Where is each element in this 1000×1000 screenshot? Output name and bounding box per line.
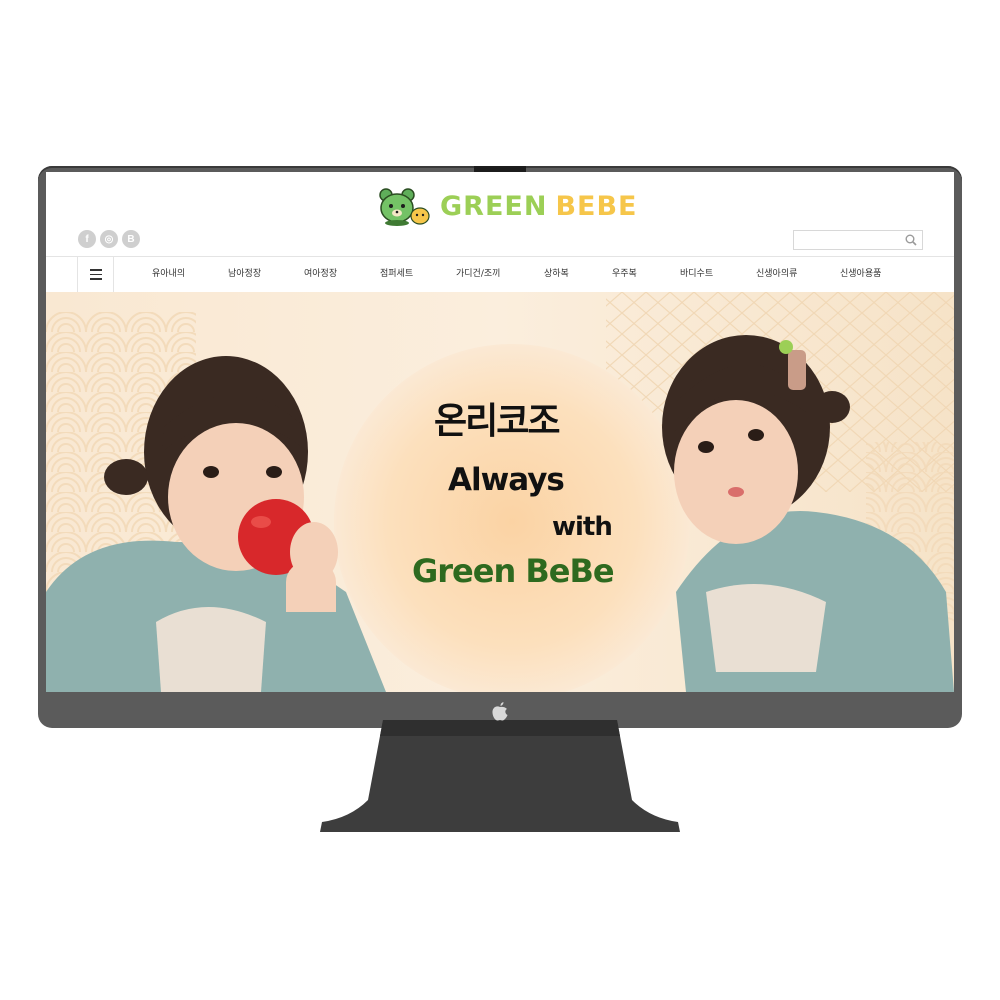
hamburger-icon[interactable] bbox=[77, 257, 114, 292]
facebook-icon[interactable]: f bbox=[78, 230, 96, 248]
website-screen: GREEN BEBE f ◎ B 유아내의 남아정장 여아정장 점퍼세트 가디건… bbox=[46, 172, 954, 692]
nav-item-infant-underwear[interactable]: 유아내의 bbox=[152, 257, 185, 292]
nav-item-girls-formal[interactable]: 여아정장 bbox=[304, 257, 337, 292]
nav-item-bodysuit[interactable]: 바디수트 bbox=[680, 257, 713, 292]
hero-line-always: Always bbox=[448, 462, 565, 498]
nav-item-jumper-set[interactable]: 점퍼세트 bbox=[380, 257, 413, 292]
nav-item-newborn-goods[interactable]: 신생아용품 bbox=[840, 257, 881, 292]
bear-mascot-icon bbox=[379, 188, 430, 226]
blog-icon[interactable]: B bbox=[122, 230, 140, 248]
nav-item-top-bottom-set[interactable]: 상하복 bbox=[544, 257, 569, 292]
logo-word-green: GREEN bbox=[440, 190, 548, 222]
hero-line-brand: Green BeBe bbox=[412, 552, 615, 590]
apple-logo-icon bbox=[492, 702, 508, 721]
main-nav: 유아내의 남아정장 여아정장 점퍼세트 가디건/조끼 상하복 우주복 바디수트 … bbox=[46, 256, 954, 293]
nav-item-bodysuit-romper[interactable]: 우주복 bbox=[612, 257, 637, 292]
social-links: f ◎ B bbox=[78, 230, 140, 248]
hero-banner[interactable]: 온리코조 Always with Green BeBe bbox=[46, 292, 954, 692]
nav-item-cardigan-vest[interactable]: 가디건/조끼 bbox=[456, 257, 500, 292]
hero-headline-korean: 온리코조 bbox=[434, 401, 560, 442]
logo-word-bebe: BEBE bbox=[555, 190, 638, 222]
nav-item-boys-formal[interactable]: 남아정장 bbox=[228, 257, 261, 292]
hero-line-with: with bbox=[552, 512, 613, 542]
site-logo[interactable]: GREEN BEBE bbox=[376, 184, 637, 228]
nav-item-newborn-clothing[interactable]: 신생아의류 bbox=[756, 257, 797, 292]
search-input[interactable] bbox=[793, 230, 923, 250]
instagram-icon[interactable]: ◎ bbox=[100, 230, 118, 248]
search-icon[interactable] bbox=[904, 233, 918, 247]
